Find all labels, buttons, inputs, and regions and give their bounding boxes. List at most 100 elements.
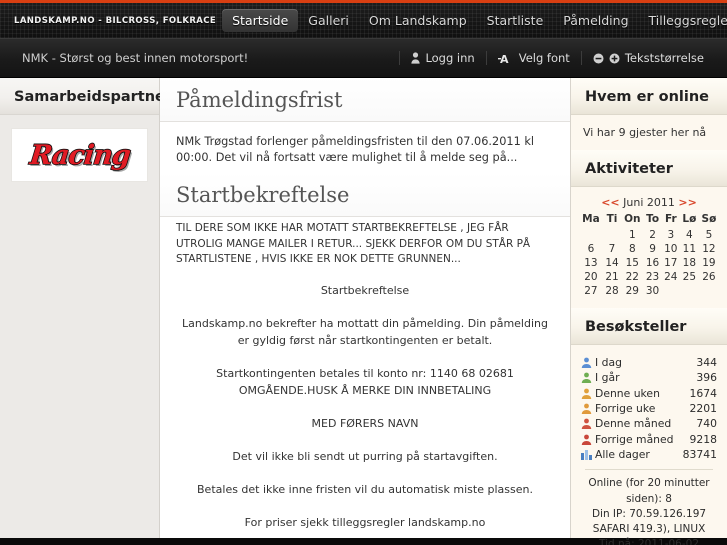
calendar-day[interactable]: 8: [621, 242, 643, 256]
visitor-stat-label: Alle dager: [595, 447, 650, 461]
login-button[interactable]: Logg inn: [399, 51, 485, 65]
plus-circle-icon[interactable]: [609, 53, 620, 64]
visitor-stat-value: 740: [696, 417, 717, 431]
nav-item-startliste[interactable]: Startliste: [477, 9, 554, 32]
calendar-day[interactable]: 11: [680, 242, 699, 256]
visitor-stat-label: Forrige måned: [595, 432, 674, 446]
visitor-stat-value: 396: [696, 371, 717, 385]
calendar-day[interactable]: 27: [579, 284, 603, 298]
calendar-day[interactable]: 15: [621, 256, 643, 270]
calendar-day-empty: [603, 228, 621, 242]
visitor-stat-row: Denne uken 1674: [581, 386, 717, 401]
nav-item-p-melding[interactable]: Påmelding: [553, 9, 638, 32]
visitor-stat-label: I dag: [595, 356, 622, 369]
calendar-weekday-row: Ma Ti On To Fr Lø Sø: [579, 212, 719, 228]
select-font-button[interactable]: A Velg font: [485, 51, 581, 66]
online-now-line1: Online (for 20 minutter: [588, 477, 710, 490]
calendar-day[interactable]: 22: [621, 270, 643, 284]
minus-circle-icon[interactable]: [593, 53, 604, 64]
article-paragraph: Det vil ikke bli sendt ut purring på sta…: [232, 450, 498, 464]
calendar-day[interactable]: 29: [621, 284, 643, 298]
server-time-line: Tid nå: 2011-06-02 21:37: [599, 538, 699, 545]
calendar-day[interactable]: 21: [603, 270, 621, 284]
person-red-icon: [581, 434, 592, 445]
article-intro-pameldingsfrist: NMk Trøgstad forlenger påmeldingsfristen…: [176, 135, 535, 165]
calendar-nav: << Juni 2011 >>: [579, 196, 719, 209]
person-green-icon: [581, 372, 592, 384]
chart-bars-icon: [581, 449, 592, 461]
main-content: Påmeldingsfrist NMk Trøgstad forlenger p…: [160, 78, 570, 538]
visitor-stat-row: Alle dager 83741: [581, 447, 717, 462]
article-paragraph: TIL DERE SOM IKKE HAR MOTATT STARTBEKREF…: [176, 221, 531, 266]
nav-item-startside[interactable]: Startside: [222, 9, 299, 32]
site-slogan: NMK - Størst og best innen motorsport!: [22, 51, 249, 65]
calendar-day[interactable]: 7: [603, 242, 621, 256]
left-sidebar: Samarbeidspartnere Racing: [0, 78, 182, 538]
calendar-week-row: 6 7 8 9 10 11 12: [579, 242, 719, 256]
calendar-day[interactable]: 13: [579, 256, 603, 270]
calendar-next-button[interactable]: >>: [678, 196, 696, 209]
calendar-day-empty: [680, 284, 699, 298]
visitor-stat-label: Denne uken: [595, 386, 660, 400]
visitor-stat-value: 2201: [689, 401, 717, 415]
person-orange-icon: [581, 403, 592, 415]
visitor-stat-label: Denne måned: [595, 417, 672, 431]
visitor-stats: I dag 344 I går 396 Denne uken 1674 Forrige uk…: [571, 345, 727, 545]
nav-item-tilleggsregler[interactable]: Tilleggsregler: [639, 9, 727, 32]
article-title-startbekreftelse[interactable]: Startbekreftelse: [160, 172, 570, 217]
calendar-day[interactable]: 12: [699, 242, 719, 256]
calendar-day[interactable]: 16: [643, 256, 661, 270]
calendar-day[interactable]: 24: [662, 270, 680, 284]
calendar-prev-button[interactable]: <<: [601, 196, 619, 209]
racing-logo-text: Racing: [27, 139, 132, 172]
calendar-day-empty: [662, 284, 680, 298]
visitor-stat-value: 1674: [689, 386, 717, 400]
calendar-table: Ma Ti On To Fr Lø Sø 1 2 3 4 5 6 7 8 9 10 11 12 13 14 15 16 17…: [579, 212, 719, 298]
article-title-pameldingsfrist[interactable]: Påmeldingsfrist: [160, 78, 570, 122]
calendar-day[interactable]: 3: [662, 228, 680, 242]
nav-item-galleri[interactable]: Galleri: [298, 9, 359, 32]
calendar-day[interactable]: 2: [643, 228, 661, 242]
calendar-day[interactable]: 28: [603, 284, 621, 298]
calendar-day[interactable]: 17: [662, 256, 680, 270]
visitor-stat-row: Forrige uke 2201: [581, 401, 717, 416]
calendar-day[interactable]: 30: [643, 284, 661, 298]
person-red-icon: [581, 418, 592, 430]
calendar-day[interactable]: 18: [680, 256, 699, 270]
calendar-weekday: Ti: [606, 213, 618, 225]
text-size-controls[interactable]: Tekststørrelse: [580, 51, 715, 65]
calendar-day[interactable]: 14: [603, 256, 621, 270]
calendar-day[interactable]: 10: [662, 242, 680, 256]
calendar-day[interactable]: 26: [699, 270, 719, 284]
counter-module-title: Besøksteller: [571, 308, 727, 345]
article-body-startbekreftelse: TIL DERE SOM IKKE HAR MOTATT STARTBEKREF…: [160, 217, 570, 545]
calendar-widget: << Juni 2011 >> Ma Ti On To Fr Lø Sø 123456789…: [571, 187, 727, 308]
calendar-day[interactable]: 9: [643, 242, 661, 256]
calendar-weekday: Ma: [582, 213, 600, 225]
calendar-week-row: 12345: [579, 228, 719, 242]
nav-item-om-landskamp[interactable]: Om Landskamp: [359, 9, 477, 32]
font-letter-icon: A: [497, 52, 514, 66]
person-blue-icon: [581, 357, 592, 369]
calendar-day[interactable]: 19: [699, 256, 719, 270]
calendar-weekday: Lø: [682, 213, 697, 225]
visitor-stat-value: 9218: [689, 432, 717, 446]
calendar-day[interactable]: 6: [579, 242, 603, 256]
site-brand: LANDSKAMP.NO - BILCROSS, FOLKRACE: [14, 15, 217, 26]
calendar-day[interactable]: 4: [680, 228, 699, 242]
partners-module-title: Samarbeidspartnere: [0, 78, 182, 115]
article-paragraph: Startbekreftelse: [320, 284, 410, 297]
calendar-week-row: 20 21 22 23 24 25 26: [579, 270, 719, 284]
utility-bar: NMK - Størst og best innen motorsport! L…: [0, 38, 727, 78]
calendar-day-empty: [579, 228, 603, 242]
visitor-stat-row: Denne måned 740: [581, 416, 717, 431]
racing-logo[interactable]: Racing: [11, 128, 148, 182]
calendar-week-row: 27 28 29 30: [579, 284, 719, 298]
calendar-day[interactable]: 25: [680, 270, 699, 284]
calendar-day[interactable]: 20: [579, 270, 603, 284]
calendar-day[interactable]: 1: [621, 228, 643, 242]
calendar-day[interactable]: 23: [643, 270, 661, 284]
calendar-day[interactable]: 5: [699, 228, 719, 242]
article-paragraph: Landskamp.no bekrefter ha mottatt din på…: [182, 317, 548, 348]
visitor-stat-value: 83741: [682, 447, 717, 461]
